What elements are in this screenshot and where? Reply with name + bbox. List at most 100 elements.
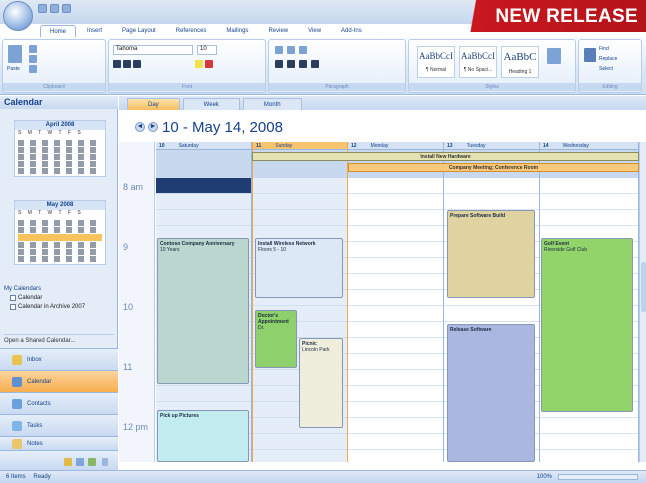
mini-calendar-days[interactable] (15, 138, 105, 176)
journal-icon[interactable] (88, 458, 96, 466)
align-right-icon[interactable] (299, 60, 307, 68)
selected-time-slot[interactable] (156, 178, 251, 193)
weekday-header: S M T W T F S (18, 210, 84, 216)
bold-icon[interactable] (113, 60, 121, 68)
style-sample: AaBbCcI (419, 51, 453, 61)
all-day-event[interactable]: Company Meeting; Conference Room (348, 163, 639, 172)
tab-month[interactable]: Month (242, 98, 302, 110)
day-column-monday[interactable]: 12 Monday (348, 142, 444, 462)
nav-button-notes[interactable]: Notes (0, 436, 118, 450)
checkbox-icon[interactable] (10, 304, 16, 310)
highlight-icon[interactable] (195, 60, 203, 68)
style-heading-1[interactable]: AaBbC Heading 1 (501, 46, 539, 78)
style-name: ¶ No Spaci... (463, 67, 493, 73)
underline-icon[interactable] (133, 60, 141, 68)
time-label: 12 pm (123, 422, 149, 432)
paste-button[interactable]: Paste (7, 66, 20, 72)
vertical-scrollbar[interactable] (639, 142, 646, 462)
next-button[interactable]: ► (148, 122, 158, 132)
replace-button[interactable]: Replace (599, 56, 617, 62)
event-prepare-software-build[interactable]: Prepare Software Build (447, 210, 535, 298)
folder-icon[interactable] (64, 458, 72, 466)
font-name-select[interactable]: Tahoma (113, 45, 193, 55)
event-title: Pick up Pictures (160, 413, 199, 419)
nav-button-label: Calendar (27, 378, 52, 385)
office-button[interactable] (3, 1, 33, 31)
paste-icon[interactable] (8, 45, 22, 63)
tab-home[interactable]: Home (40, 25, 77, 37)
bullets-icon[interactable] (275, 46, 283, 54)
tab-add-ins[interactable]: Add-Ins (332, 25, 371, 37)
event-title: Doctor's Appointment (258, 313, 289, 325)
justify-icon[interactable] (311, 60, 319, 68)
event-picnic[interactable]: Picnic Lincoln Park (299, 338, 343, 428)
tab-day[interactable]: Day (127, 98, 180, 110)
quick-access-toolbar (38, 4, 71, 13)
event-golf-event[interactable]: Golf Event Riverside Golf Club (541, 238, 633, 412)
copy-icon[interactable] (29, 55, 37, 63)
day-name: Saturday (178, 143, 199, 149)
tab-page-layout[interactable]: Page Layout (113, 25, 165, 37)
align-left-icon[interactable] (275, 60, 283, 68)
calendar-grid: 8 am 9 10 11 12 pm 10 Saturday 11 Sunday 1… (119, 142, 639, 462)
shortcuts-icon[interactable] (76, 458, 84, 466)
cut-icon[interactable] (29, 45, 37, 53)
italic-icon[interactable] (123, 60, 131, 68)
all-day-event[interactable]: Install New Hardware (252, 152, 639, 161)
mini-calendar-may[interactable]: May 2008 S M T W T F S (14, 200, 106, 265)
tab-mailings[interactable]: Mailings (217, 25, 257, 37)
change-styles-icon[interactable] (547, 48, 561, 64)
tab-insert[interactable]: Insert (78, 25, 111, 37)
tab-week[interactable]: Week (182, 98, 240, 110)
hour-slots[interactable] (348, 178, 443, 462)
previous-button[interactable]: ◄ (135, 122, 145, 132)
numbering-icon[interactable] (287, 46, 295, 54)
configure-buttons-icon[interactable] (102, 458, 108, 466)
scrollbar-thumb[interactable] (641, 262, 646, 312)
mini-calendar-title: April 2008 (15, 121, 105, 130)
event-pick-up-pictures[interactable]: Pick up Pictures (157, 410, 249, 462)
find-button[interactable]: Find (599, 46, 609, 52)
font-color-icon[interactable] (205, 60, 213, 68)
tab-view[interactable]: View (299, 25, 330, 37)
archive-calendar-checkbox[interactable]: Calendar in Archive 2007 (10, 304, 85, 310)
undo-icon[interactable] (50, 4, 59, 13)
save-icon[interactable] (38, 4, 47, 13)
ribbon: Paste Clipboard Tahoma 10 Font Paragraph… (0, 37, 646, 95)
select-button[interactable]: Select (599, 66, 613, 72)
event-doctors-appointment[interactable]: Doctor's Appointment Dr. (255, 310, 297, 368)
format-painter-icon[interactable] (29, 65, 37, 73)
tab-references[interactable]: References (167, 25, 216, 37)
event-install-wireless[interactable]: Install Wireless Network Floors 5 - 10 (255, 238, 343, 298)
time-label: 8 am (123, 182, 144, 192)
zoom-slider[interactable] (558, 474, 638, 480)
nav-button-calendar[interactable]: Calendar (0, 370, 118, 392)
event-release-software[interactable]: Release Software (447, 324, 535, 462)
nav-button-inbox[interactable]: Inbox (0, 348, 118, 370)
find-icon[interactable] (584, 48, 596, 62)
tab-review[interactable]: Review (259, 25, 297, 37)
align-center-icon[interactable] (287, 60, 295, 68)
nav-button-tasks[interactable]: Tasks (0, 414, 118, 436)
time-label: 9 (123, 242, 129, 252)
nav-button-label: Notes (27, 440, 43, 447)
calendar-checkbox[interactable]: Calendar (10, 295, 85, 301)
styles-group: AaBbCcI ¶ Normal AaBbCcI ¶ No Spaci... AaB… (408, 39, 576, 93)
paragraph-group: Paragraph (268, 39, 406, 93)
style-no-spacing[interactable]: AaBbCcI ¶ No Spaci... (459, 46, 497, 78)
day-header: 10 Saturday (156, 142, 251, 150)
nav-button-contacts[interactable]: Contacts (0, 392, 118, 414)
mini-calendar-april[interactable]: April 2008 S M T W T F S (14, 120, 106, 177)
calendar-name: Calendar in Archive 2007 (18, 304, 86, 310)
all-day-area[interactable] (156, 150, 251, 178)
multilevel-list-icon[interactable] (299, 46, 307, 54)
font-size-select[interactable]: 10 (197, 45, 217, 55)
event-contoso-anniversary[interactable]: Contoso Company Anniversary 10 Years (157, 238, 249, 384)
time-label: 11 (123, 362, 133, 372)
status-bar: 6 Items Ready 100% (0, 470, 646, 483)
mini-calendar-days[interactable] (15, 218, 105, 264)
checkbox-icon[interactable] (10, 295, 16, 301)
redo-icon[interactable] (62, 4, 71, 13)
open-shared-calendar-link[interactable]: Open a Shared Calendar... (4, 334, 114, 344)
style-normal[interactable]: AaBbCcI ¶ Normal (417, 46, 455, 78)
